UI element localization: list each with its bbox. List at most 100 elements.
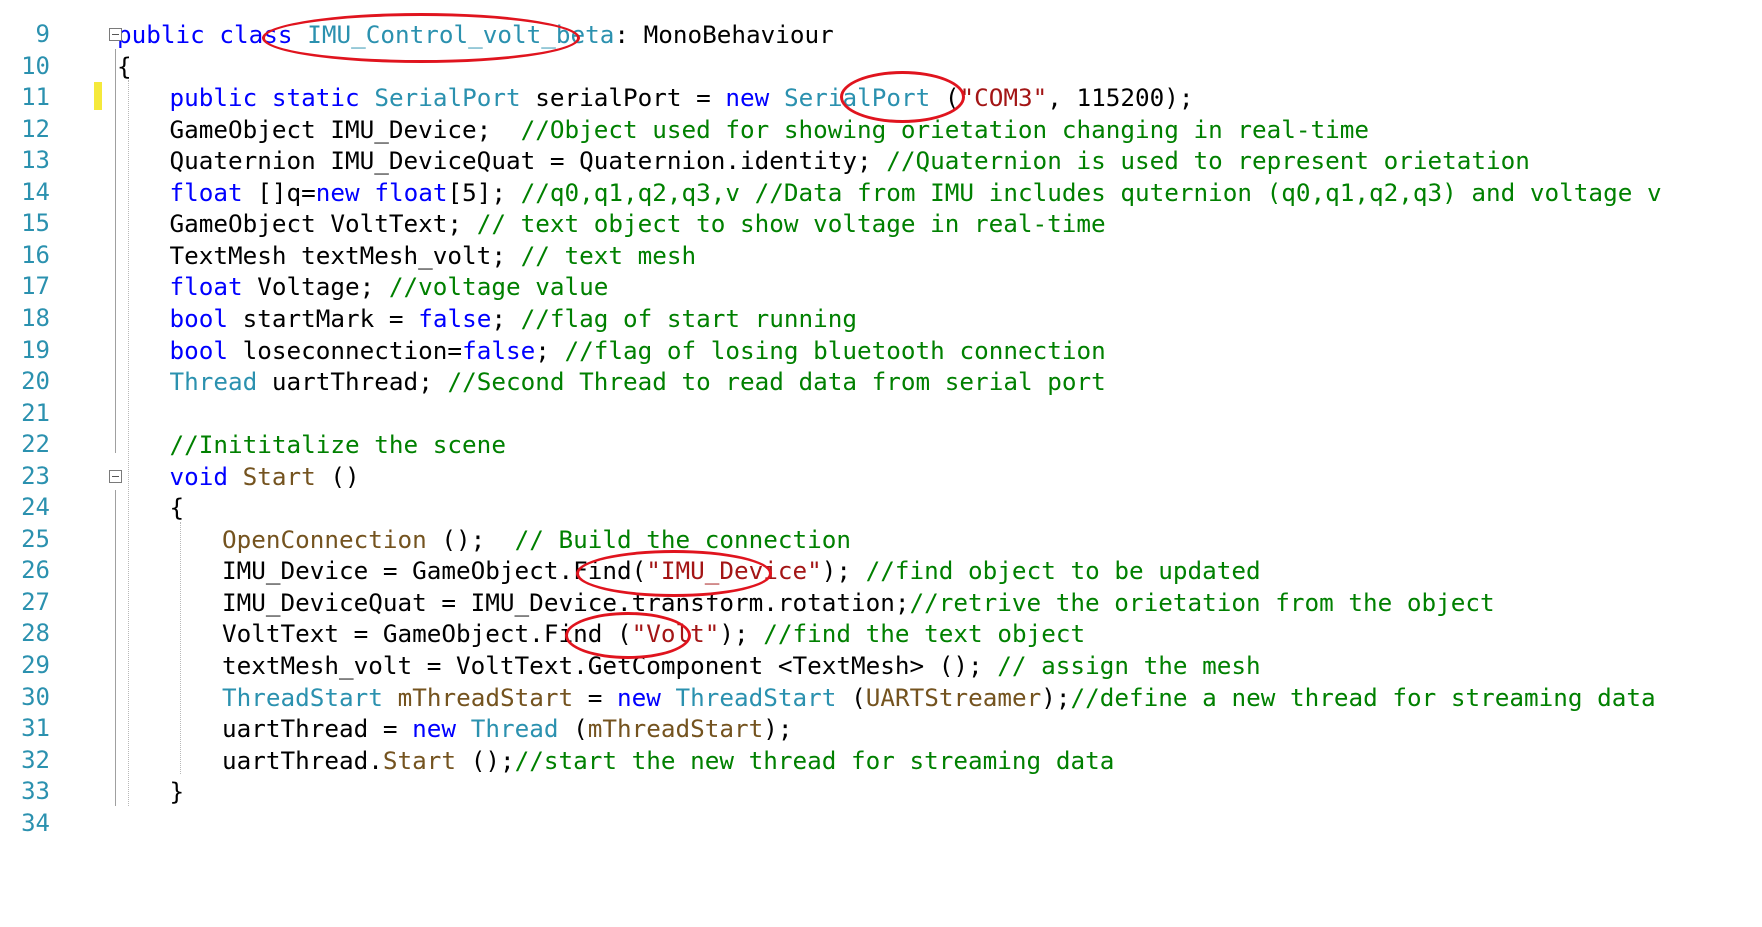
indent-guide: [128, 80, 129, 806]
code-line[interactable]: 20 Thread uartThread; //Second Thread to …: [0, 364, 1762, 400]
token-plain: {: [117, 51, 132, 81]
line-number: 24: [21, 493, 50, 522]
token-plain: ;: [491, 303, 521, 333]
code-line[interactable]: 27 IMU_DeviceQuat = IMU_Device.transform.…: [0, 585, 1762, 621]
code-editor[interactable]: 9 public class IMU_Control_volt_beta: Mon…: [0, 0, 1762, 927]
token-type: SerialPort: [783, 83, 931, 113]
line-number: 26: [21, 556, 50, 585]
token-plain: (: [930, 83, 960, 113]
code-line[interactable]: 28 VoltText = GameObject.Find ("Volt"); /…: [0, 616, 1762, 652]
code-line[interactable]: 13 Quaternion IMU_DeviceQuat = Quaternion…: [0, 143, 1762, 179]
token-plain: Voltage;: [242, 272, 389, 302]
token-comment: //flag of losing bluetooth connection: [564, 335, 1106, 365]
line-number: 23: [21, 461, 50, 490]
token-plain: (: [836, 682, 866, 712]
token-plain: : MonoBehaviour: [614, 20, 834, 49]
token-comment: // assign the mesh: [997, 651, 1261, 680]
code-line[interactable]: 9 public class IMU_Control_volt_beta: Mon…: [0, 17, 1762, 53]
token-keyword: false: [462, 335, 536, 365]
code-text: void Start (): [170, 459, 360, 495]
token-plain: IMU_Device = GameObject.Find(: [222, 556, 647, 586]
token-comment: //Object used for showing orietation cha…: [520, 114, 1369, 144]
token-plain: [5];: [447, 177, 521, 207]
line-number: 16: [21, 240, 50, 269]
code-text: IMU_DeviceQuat = IMU_Device.transform.ro…: [222, 585, 1495, 621]
token-keyword: new: [725, 83, 770, 113]
token-string: "COM3": [959, 83, 1048, 113]
token-plain: );: [763, 714, 793, 744]
token-method: Start: [242, 461, 316, 491]
code-text: uartThread.Start ();//start the new thre…: [222, 743, 1114, 779]
code-line[interactable]: 18 bool startMark = false; //flag of star…: [0, 301, 1762, 337]
line-number: 18: [21, 303, 50, 332]
token-comment: //define a new thread for streaming data: [1070, 682, 1656, 712]
code-text: VoltText = GameObject.Find ("Volt"); //f…: [222, 616, 1085, 652]
code-line[interactable]: 29 textMesh_volt = VoltText.GetComponent …: [0, 648, 1762, 684]
token-plain: (): [315, 461, 360, 491]
code-line[interactable]: 10 {: [0, 49, 1762, 85]
code-line[interactable]: 17 float Voltage; //voltage value: [0, 269, 1762, 305]
code-line[interactable]: 24 {: [0, 490, 1762, 526]
line-number: 12: [21, 114, 50, 143]
token-comment: //flag of start running: [520, 303, 858, 333]
token-plain: loseconnection=: [228, 335, 463, 365]
collapse-icon[interactable]: [109, 469, 122, 483]
token-plain: TextMesh textMesh_volt;: [169, 240, 521, 270]
token-plain: textMesh_volt = VoltText.GetComponent <T…: [222, 651, 998, 680]
fold-rail: [115, 48, 116, 453]
line-number: 20: [21, 367, 50, 396]
code-line[interactable]: 26 IMU_Device = GameObject.Find("IMU_Devi…: [0, 553, 1762, 589]
token-comment: //find object to be updated: [865, 556, 1261, 586]
code-text: OpenConnection (); // Build the connecti…: [222, 522, 851, 558]
token-plain: , 115200);: [1047, 83, 1194, 113]
token-method: mThreadStart: [397, 682, 574, 712]
code-line[interactable]: 22 //Inititalize the scene: [0, 427, 1762, 463]
token-plain: uartThread;: [257, 367, 448, 397]
code-text: IMU_Device = GameObject.Find("IMU_Device…: [222, 553, 1261, 589]
code-line[interactable]: 30 ThreadStart mThreadStart = new ThreadS…: [0, 680, 1762, 716]
token-plain: uartThread.: [222, 745, 383, 775]
token-plain: GameObject VoltText;: [169, 209, 477, 239]
line-number: 21: [21, 398, 50, 427]
code-line[interactable]: 12 GameObject IMU_Device; //Object used f…: [0, 112, 1762, 148]
code-text: public static SerialPort serialPort = ne…: [170, 80, 1194, 116]
token-comment: //Inititalize the scene: [169, 430, 506, 460]
token-method: mThreadStart: [587, 714, 764, 744]
token-keyword: float: [169, 272, 243, 302]
code-text: {: [117, 49, 132, 85]
code-line[interactable]: 31 uartThread = new Thread (mThreadStart)…: [0, 711, 1762, 747]
code-line[interactable]: 21: [0, 396, 1762, 432]
code-text: float Voltage; //voltage value: [170, 269, 609, 305]
token-plain: );: [719, 619, 764, 649]
code-line[interactable]: 23 void Start (): [0, 459, 1762, 495]
code-line[interactable]: 34: [0, 806, 1762, 842]
code-line[interactable]: 11 public static SerialPort serialPort = …: [0, 80, 1762, 116]
code-line[interactable]: 19 bool loseconnection=false; //flag of l…: [0, 333, 1762, 369]
code-line[interactable]: 14 float []q=new float[5]; //q0,q1,q2,q3,…: [0, 175, 1762, 211]
code-line[interactable]: 25 OpenConnection (); // Build the connec…: [0, 522, 1762, 558]
token-keyword: float: [374, 177, 448, 207]
collapse-icon[interactable]: [109, 28, 122, 41]
code-text: textMesh_volt = VoltText.GetComponent <T…: [222, 648, 1261, 684]
token-plain: IMU_DeviceQuat = IMU_Device.transform.ro…: [222, 587, 910, 617]
token-plain: VoltText = GameObject.Find (: [222, 619, 632, 649]
change-marker: [94, 82, 102, 110]
code-text: bool loseconnection=false; //flag of los…: [170, 333, 1106, 369]
token-comment: //start the new thread for streaming dat…: [514, 745, 1115, 775]
line-number: 13: [21, 146, 50, 175]
code-line[interactable]: 33}: [0, 774, 1762, 810]
code-line[interactable]: 16 TextMesh textMesh_volt; // text mesh: [0, 238, 1762, 274]
code-line[interactable]: 15 GameObject VoltText; // text object to…: [0, 206, 1762, 242]
token-string: "Volt": [631, 619, 720, 649]
line-number: 19: [21, 335, 50, 364]
code-text: GameObject IMU_Device; //Object used for…: [170, 112, 1370, 148]
token-keyword: public: [117, 20, 205, 49]
line-number: 28: [21, 619, 50, 648]
token-comment: //find the text object: [763, 619, 1086, 649]
code-line[interactable]: 32 uartThread.Start ();//start the new th…: [0, 743, 1762, 779]
line-number: 14: [21, 177, 50, 206]
token-plain: ;: [535, 335, 565, 365]
